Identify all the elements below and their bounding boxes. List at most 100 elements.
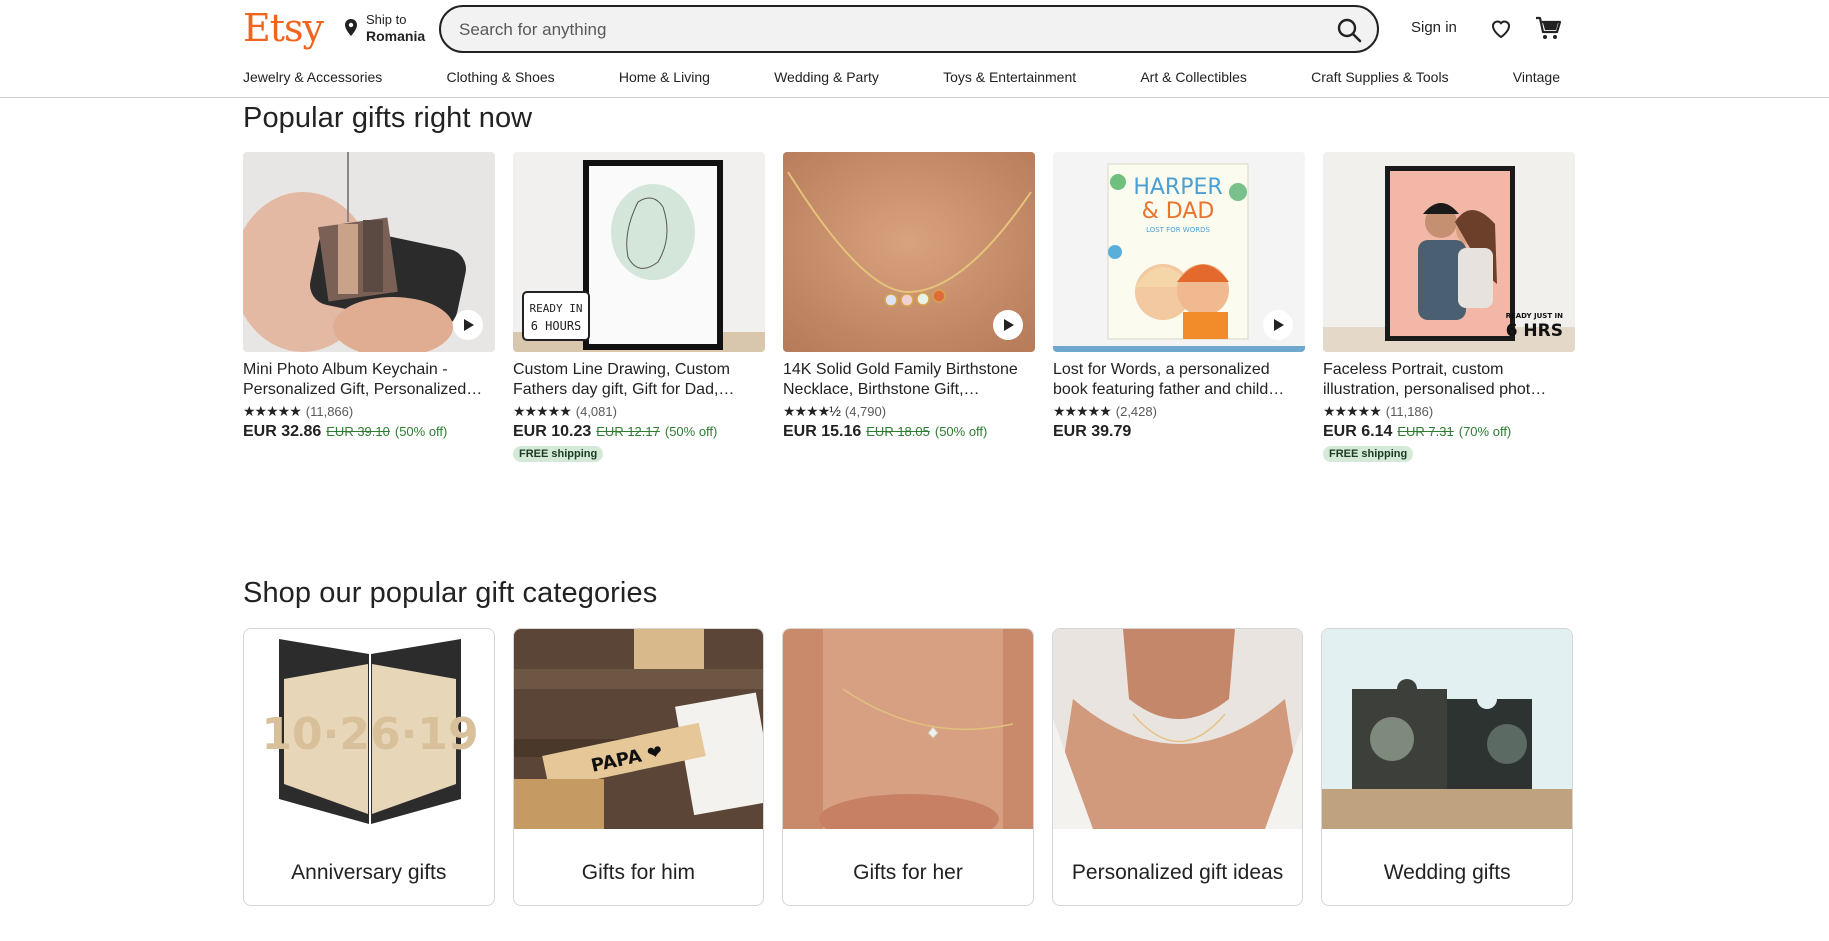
star-rating-icon: ★★★★★ [1053,403,1112,419]
product-price: EUR 10.23 EUR 12.17 (50% off) [513,423,765,441]
cart-icon[interactable] [1534,14,1562,42]
product-rating: ★★★★★ (2,428) [1053,403,1305,420]
review-count: (4,081) [575,404,617,419]
product-title[interactable]: Custom Line Drawing, Custom Fathers day … [513,360,765,400]
ready-badge-line1: READY IN [530,302,583,315]
category-label: Personalized gift ideas [1071,861,1284,884]
ready-badge-line2: 6 HRS [1506,321,1563,341]
ready-badge-line2: 6 HOURS [531,319,582,333]
review-count: (2,428) [1115,404,1157,419]
star-rating-icon: ★★★★★ [513,403,572,419]
popular-gifts-list: Mini Photo Album Keychain - Personalized… [243,152,1575,462]
location-pin-icon [345,19,357,36]
nav-clothing-shoes[interactable]: Clothing & Shoes [446,69,554,85]
product-card[interactable]: READY JUST IN 6 HRS Faceless Portrait, c… [1323,152,1575,462]
product-price: EUR 39.79 [1053,423,1305,441]
sale-price: EUR 32.86 [243,423,322,440]
sale-price: EUR 6.14 [1323,423,1393,440]
product-image[interactable]: READY IN 6 HOURS [513,152,765,352]
product-card[interactable]: 14K Solid Gold Family Birthstone Necklac… [783,152,1035,462]
category-label: Wedding gifts [1383,861,1511,884]
nav-vintage[interactable]: Vintage [1513,69,1560,85]
product-price: EUR 15.16 EUR 18.05 (50% off) [783,423,1035,441]
product-rating: ★★★★½ (4,790) [783,403,1035,420]
original-price: EUR 12.17 [596,424,660,439]
nav-craft-supplies-tools[interactable]: Craft Supplies & Tools [1311,69,1448,85]
search-input[interactable] [459,17,1279,43]
category-nav: Jewelry & Accessories Clothing & Shoes H… [243,69,1560,85]
play-video-icon[interactable] [993,310,1023,340]
star-rating-icon: ★★★★½ [783,403,841,419]
category-label: Gifts for her [853,861,963,884]
product-card[interactable]: READY IN 6 HOURS Custom Line Drawing, Cu… [513,152,765,462]
star-rating-icon: ★★★★★ [243,403,302,419]
review-count: (4,790) [844,404,887,419]
category-card-anniversary[interactable]: 10·26·19 Anniversary gifts [243,628,495,906]
product-card[interactable]: HARPER & DAD LOST FOR WORDS Lost for Wor… [1053,152,1305,462]
review-count: (11,186) [1385,404,1434,419]
search-icon[interactable] [1335,16,1363,44]
category-card-gifts-for-her[interactable]: Gifts for her [782,628,1034,906]
book-title-line1: HARPER [1133,175,1222,200]
favorites-heart-icon[interactable] [1489,16,1513,40]
popular-gifts-heading: Popular gifts right now [243,102,533,134]
sale-price: EUR 15.16 [783,423,862,440]
book-title-line2: & DAD [1142,199,1215,224]
category-image [1322,629,1572,829]
nav-wedding-party[interactable]: Wedding & Party [774,69,879,85]
sign-in-link[interactable]: Sign in [1411,19,1457,36]
gift-categories-heading: Shop our popular gift categories [243,577,658,609]
nav-art-collectibles[interactable]: Art & Collectibles [1140,69,1247,85]
product-price: EUR 6.14 EUR 7.31 (70% off) [1323,423,1575,441]
ship-to-selector[interactable]: Ship to Romania [344,12,425,44]
category-label: Anniversary gifts [291,861,447,884]
category-label: Gifts for him [581,861,695,884]
category-card-gifts-for-him[interactable]: PAPA ❤ Gifts for him [512,628,765,906]
product-image[interactable]: HARPER & DAD LOST FOR WORDS [1053,152,1305,352]
product-title[interactable]: Faceless Portrait, custom illustration, … [1323,360,1575,400]
search-bar [439,5,1379,53]
nav-home-living[interactable]: Home & Living [619,69,710,85]
book-subtitle: LOST FOR WORDS [1146,226,1210,234]
product-image[interactable] [783,152,1035,352]
product-rating: ★★★★★ (11,186) [1323,403,1575,420]
gift-categories-list: 10·26·19 Anniversary gifts PAPA ❤ Gifts … [243,628,1573,906]
site-header: Etsy Ship to Romania Sign in Jewelry & A… [0,0,1829,98]
product-card[interactable]: Mini Photo Album Keychain - Personalized… [243,152,495,462]
product-image[interactable] [243,152,495,352]
original-price: EUR 7.31 [1397,424,1454,439]
free-shipping-badge: FREE shipping [513,446,604,462]
ship-to-country: Romania [366,28,426,44]
category-image: 10·26·19 [244,629,494,829]
play-video-icon[interactable] [453,310,483,340]
free-shipping-badge: FREE shipping [1323,446,1414,462]
category-image [783,629,1033,844]
ship-to-label: Ship to [366,12,407,27]
sale-price: EUR 39.79 [1053,423,1132,440]
anniversary-art-text: 10·26·19 [261,709,478,760]
product-rating: ★★★★★ (4,081) [513,403,765,420]
nav-toys-entertainment[interactable]: Toys & Entertainment [943,69,1076,85]
category-card-wedding[interactable]: Wedding gifts [1321,628,1573,906]
discount-label: (50% off) [394,424,448,439]
product-price: EUR 32.86 EUR 39.10 (50% off) [243,423,495,441]
discount-label: (50% off) [664,424,718,439]
category-image: PAPA ❤ [513,629,764,829]
etsy-logo[interactable]: Etsy [243,6,324,50]
nav-jewelry-accessories[interactable]: Jewelry & Accessories [243,69,382,85]
product-rating: ★★★★★ (11,866) [243,403,495,420]
original-price: EUR 39.10 [326,424,390,439]
product-image[interactable]: READY JUST IN 6 HRS [1323,152,1575,352]
ready-badge-line1: READY JUST IN [1506,312,1564,320]
discount-label: (70% off) [1458,424,1512,439]
discount-label: (50% off) [934,424,988,439]
product-title[interactable]: 14K Solid Gold Family Birthstone Necklac… [783,360,1035,400]
sale-price: EUR 10.23 [513,423,592,440]
product-title[interactable]: Mini Photo Album Keychain - Personalized… [243,360,495,400]
category-card-personalized[interactable]: Personalized gift ideas [1051,628,1304,906]
product-title[interactable]: Lost for Words, a personalized book feat… [1053,360,1305,400]
review-count: (11,866) [305,404,354,419]
original-price: EUR 18.05 [866,424,930,439]
category-image [1052,629,1303,829]
play-video-icon[interactable] [1263,310,1293,340]
